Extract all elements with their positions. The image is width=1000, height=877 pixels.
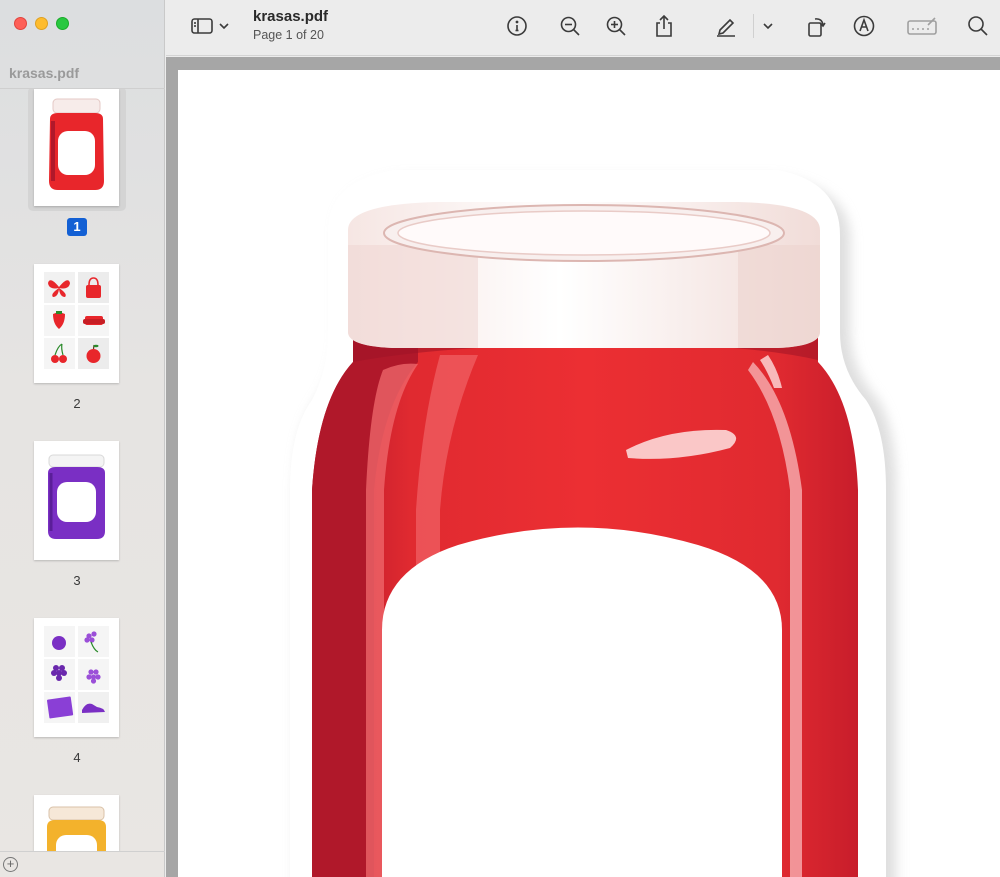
document-title: krasas.pdf (253, 8, 329, 25)
yellow-jar-thumbnail-image (47, 806, 106, 851)
thumbnail-page-2[interactable] (34, 264, 119, 383)
window-controls (14, 17, 69, 30)
sidebar-footer: + (0, 851, 165, 877)
pdf-page[interactable] (178, 70, 1000, 877)
thumbnail-number-2[interactable]: 2 (67, 396, 87, 411)
sidebar-toggle-icon[interactable] (188, 12, 216, 40)
thumbnail-page-1[interactable] (34, 89, 119, 206)
share-icon[interactable] (650, 12, 678, 40)
zoom-in-icon[interactable] (602, 12, 630, 40)
info-icon[interactable] (503, 12, 531, 40)
document-view[interactable] (166, 57, 1000, 877)
chevron-down-icon[interactable] (760, 12, 776, 40)
signature-icon[interactable] (906, 12, 938, 40)
red-items-thumbnail-image (44, 272, 109, 369)
thumbnail-page-4[interactable] (34, 618, 119, 737)
highlight-pen-icon[interactable] (712, 12, 740, 40)
page-info: Page 1 of 20 (253, 28, 324, 42)
close-window-button[interactable] (14, 17, 27, 30)
chevron-down-icon[interactable] (216, 12, 232, 40)
zoom-out-icon[interactable] (556, 12, 584, 40)
maximize-window-button[interactable] (56, 17, 69, 30)
plus-circle-icon[interactable]: + (3, 857, 18, 872)
sidebar: krasas.pdf 1 2 3 4 + (0, 0, 165, 877)
sidebar-title: krasas.pdf (9, 65, 80, 81)
thumbnail-number-1[interactable]: 1 (67, 218, 87, 236)
thumbnail-page-5[interactable] (34, 795, 119, 851)
purple-jar-thumbnail-image (48, 454, 105, 539)
toolbar: krasas.pdf Page 1 of 20 (166, 0, 1000, 56)
red-jar-illustration (290, 170, 896, 877)
thumbnail-list[interactable]: 1 2 3 4 (0, 89, 165, 851)
markup-icon[interactable] (850, 12, 878, 40)
minimize-window-button[interactable] (35, 17, 48, 30)
thumbnail-number-3[interactable]: 3 (67, 573, 87, 588)
rotate-icon[interactable] (802, 12, 830, 40)
thumbnail-page-3[interactable] (34, 441, 119, 560)
thumbnail-number-4[interactable]: 4 (67, 750, 87, 765)
search-icon[interactable] (964, 12, 992, 40)
toolbar-separator (753, 14, 754, 38)
purple-items-thumbnail-image (44, 626, 109, 723)
red-jar-thumbnail-image (49, 98, 104, 190)
